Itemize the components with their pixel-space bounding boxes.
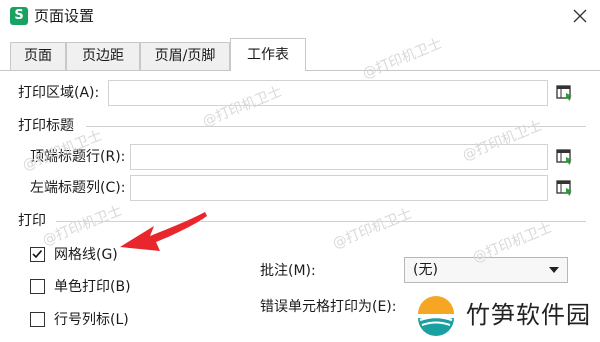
close-button[interactable] [568, 4, 592, 28]
range-select-icon [556, 149, 572, 165]
gridlines-checkbox[interactable] [30, 247, 45, 262]
section-divider [56, 221, 586, 222]
logo-mark-icon [416, 296, 456, 336]
tab-page[interactable]: 页面 [10, 42, 66, 70]
comments-selected-value: (无) [413, 262, 438, 278]
range-select-icon [556, 180, 572, 196]
comments-select[interactable]: (无) [404, 257, 568, 283]
comments-label: 批注(M): [260, 263, 316, 279]
row-col-headings-checkbox-row[interactable]: 行号列标(L) [30, 309, 140, 331]
top-rows-label: 顶端标题行(R): [30, 149, 126, 165]
left-cols-label: 左端标题列(C): [30, 180, 126, 196]
top-rows-input[interactable] [130, 144, 548, 170]
gridlines-checkbox-row[interactable]: 网格线(G) [30, 244, 140, 266]
tab-label: 页面 [24, 48, 52, 64]
checkmark-icon [32, 249, 43, 259]
errors-label: 错误单元格打印为(E): [260, 299, 397, 315]
monochrome-checkbox[interactable] [30, 279, 45, 294]
gridlines-label: 网格线(G) [54, 247, 118, 263]
tab-sheet[interactable]: 工作表 [230, 38, 306, 71]
print-section-title: 打印 [18, 213, 46, 229]
tab-label: 工作表 [247, 47, 289, 63]
row-col-headings-checkbox[interactable] [30, 312, 45, 327]
site-logo: 竹笋软件园 [410, 290, 600, 342]
chevron-down-icon [549, 267, 559, 273]
left-cols-input[interactable] [130, 175, 548, 201]
print-area-label: 打印区域(A): [18, 85, 100, 101]
print-titles-section-title: 打印标题 [18, 118, 74, 134]
left-cols-picker[interactable] [555, 178, 575, 198]
monochrome-checkbox-row[interactable]: 单色打印(B) [30, 276, 140, 298]
close-icon [573, 9, 587, 23]
tab-label: 页边距 [82, 48, 124, 64]
dialog-title: 页面设置 [34, 7, 95, 25]
monochrome-label: 单色打印(B) [54, 279, 131, 295]
tab-bar: 页面 页边距 页眉/页脚 工作表 [0, 38, 600, 71]
tab-margins[interactable]: 页边距 [66, 42, 140, 70]
print-area-input[interactable] [108, 80, 548, 106]
tab-header-footer[interactable]: 页眉/页脚 [140, 42, 230, 70]
top-rows-picker[interactable] [555, 147, 575, 167]
page-setup-dialog: S 页面设置 页面 页边距 页眉/页脚 工作表 打印区域(A): 打印标题 顶端… [0, 0, 600, 342]
range-picker-icon[interactable] [555, 83, 575, 103]
row-col-headings-label: 行号列标(L) [54, 312, 129, 328]
wps-sheet-app-icon: S [10, 7, 28, 25]
title-bar: S 页面设置 [0, 0, 600, 34]
range-select-icon [556, 85, 572, 101]
section-divider [86, 126, 586, 127]
logo-text: 竹笋软件园 [466, 301, 591, 329]
tab-label: 页眉/页脚 [154, 48, 216, 64]
